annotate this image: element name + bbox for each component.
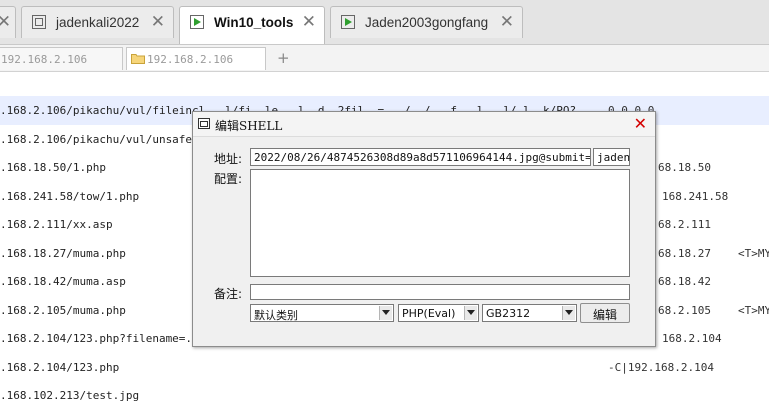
row-url: .168.241.58/tow/1.php xyxy=(0,189,140,203)
edit-button-label: 编辑 xyxy=(592,308,617,322)
chevron-down-icon xyxy=(464,306,477,320)
row-ip: 68.2.111 xyxy=(658,218,711,231)
encoding-value: GB2312 xyxy=(486,307,531,320)
row-ip: 168.241.58 xyxy=(662,189,729,203)
page-tab-label: 192.168.2.106 xyxy=(147,53,234,66)
vm-tab-bar: ✕ jadenkali2022 ✕ Win10_tools ✕ Jaden200… xyxy=(0,0,769,45)
note-label: 备注: xyxy=(214,287,243,301)
close-icon[interactable]: ✕ xyxy=(0,12,11,32)
row-url: .168.2.104/123.php xyxy=(0,360,120,374)
password-input[interactable]: jaden xyxy=(593,148,630,166)
close-icon[interactable]: ✕ xyxy=(151,12,165,32)
list-item[interactable]: .168.102.213/test.jpg xyxy=(0,381,769,410)
chevron-down-icon xyxy=(562,306,575,320)
address-value: 2022/08/26/4874526308d89a8d571106964144.… xyxy=(254,151,591,164)
row-url: .168.18.50/1.php xyxy=(0,161,106,174)
vm-tab-label: Win10_tools xyxy=(214,15,294,30)
dialog-title: 编辑SHELL xyxy=(215,119,283,133)
password-value: jaden xyxy=(597,151,630,164)
edit-shell-dialog: 编辑SHELL ✕ 地址: 2022/08/26/4874526308d89a8… xyxy=(192,111,656,347)
category-select[interactable]: 默认类别 xyxy=(250,304,394,322)
vm-running-icon xyxy=(341,15,355,29)
vm-tab-label: jadenkali2022 xyxy=(56,15,140,30)
add-tab-button[interactable]: + xyxy=(277,49,290,67)
page-tab-2[interactable]: 192.168.2.106 xyxy=(126,47,266,70)
list-item[interactable]: .168.2.104/123.php -C|192.168.2.104 xyxy=(0,353,769,382)
note-input[interactable] xyxy=(250,284,630,300)
row-url: .168.2.111/xx.asp xyxy=(0,218,113,231)
vm-tab-label: Jaden2003gongfang xyxy=(365,15,489,30)
close-icon[interactable]: ✕ xyxy=(302,12,316,32)
chevron-down-icon xyxy=(379,306,392,320)
row-ip: -C|192.168.2.104 xyxy=(608,360,714,374)
address-label: 地址: xyxy=(214,152,243,166)
script-type-select[interactable]: PHP(Eval) xyxy=(398,304,479,322)
encoding-select[interactable]: GB2312 xyxy=(482,304,577,322)
row-url: .168.102.213/test.jpg xyxy=(0,389,140,402)
row-url: .168.18.42/muma.asp xyxy=(0,275,126,288)
folder-icon xyxy=(131,54,145,64)
dialog-title-bar[interactable]: 编辑SHELL ✕ xyxy=(193,112,655,137)
category-value: 默认类别 xyxy=(254,309,298,322)
config-label: 配置: xyxy=(214,172,243,186)
row-ip: 68.18.42 xyxy=(658,275,711,288)
row-url: .168.2.105/muma.php xyxy=(0,303,126,317)
config-textarea[interactable] xyxy=(250,169,630,277)
address-input[interactable]: 2022/08/26/4874526308d89a8d571106964144.… xyxy=(250,148,591,166)
vm-tab-jadenkali2022[interactable]: jadenkali2022 ✕ xyxy=(21,6,174,38)
close-icon[interactable]: ✕ xyxy=(500,12,514,32)
vm-tab-partial[interactable]: ✕ xyxy=(0,6,16,38)
vm-tab-jaden2003gongfang[interactable]: Jaden2003gongfang ✕ xyxy=(330,6,523,38)
script-type-value: PHP(Eval) xyxy=(402,307,456,320)
row-ip: 168.2.104 xyxy=(662,332,722,345)
edit-button[interactable]: 编辑 xyxy=(580,303,630,323)
row-ip: 68.18.27 xyxy=(658,246,711,260)
vm-tab-win10-tools[interactable]: Win10_tools ✕ xyxy=(179,6,325,44)
page-tab-label: 192.168.2.106 xyxy=(1,53,88,66)
page-tab-bar: 192.168.2.106 192.168.2.106 xyxy=(0,45,769,72)
vm-running-icon xyxy=(190,15,204,29)
close-icon[interactable]: ✕ xyxy=(634,114,647,133)
row-ip: 68.18.50 xyxy=(658,161,711,174)
page-tab-1[interactable]: 192.168.2.106 xyxy=(0,47,123,70)
row-extra: <T>MY xyxy=(738,246,769,260)
row-url: .168.18.27/muma.php xyxy=(0,246,126,260)
window-icon xyxy=(198,118,210,129)
vm-icon xyxy=(32,15,46,29)
row-extra: <T>MY xyxy=(738,303,769,317)
row-ip: 68.2.105 xyxy=(658,303,711,317)
